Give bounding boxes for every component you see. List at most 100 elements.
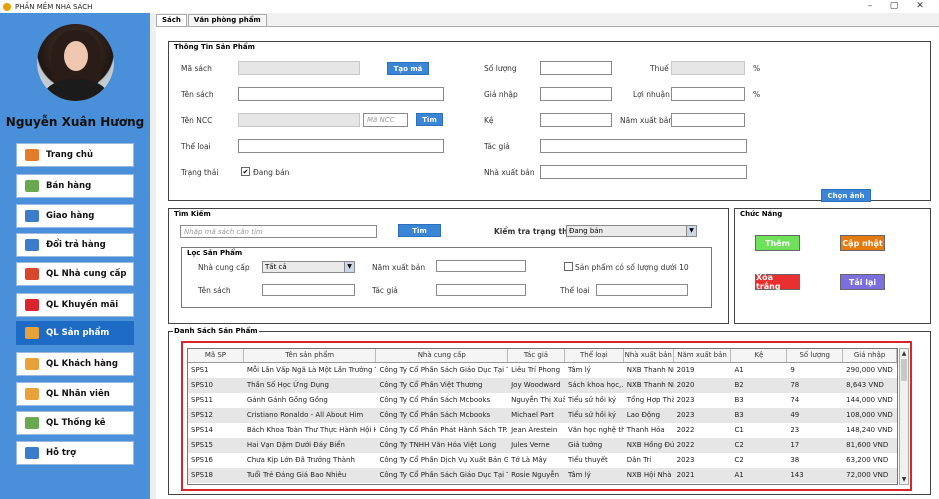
table-cell: A1 xyxy=(734,366,744,374)
dang-ban-checkbox[interactable]: ✔ xyxy=(241,167,250,176)
table-cell: A1 xyxy=(734,471,744,479)
avatar xyxy=(37,24,114,101)
filter-nam-xuat-ban-label: Năm xuất bản xyxy=(372,263,426,272)
nha-xuat-ban-input[interactable] xyxy=(540,165,747,179)
column-header[interactable]: Giá nhập xyxy=(843,349,897,362)
table-cell: 9 xyxy=(790,366,795,374)
table-row[interactable]: SPS16 Chưa Kịp Lớn Đã Trưởng Thành Công Ty… xyxy=(188,453,897,468)
sidebar-item-label: QL Nhân viên xyxy=(46,389,110,399)
column-header[interactable]: Tên sản phẩm xyxy=(244,349,377,362)
duoi-10-checkbox[interactable] xyxy=(564,262,573,271)
table-row[interactable]: SPS15 Hai Vạn Dặm Dưới Đáy Biển Công Ty TN… xyxy=(188,438,897,453)
nha-cung-cap-select[interactable]: Tất cả ▼ xyxy=(262,261,355,273)
table-row[interactable]: SPS18 Tuổi Trẻ Đáng Giá Bao Nhiêu Công Ty … xyxy=(188,468,897,483)
ke-input[interactable] xyxy=(540,113,612,127)
trang-thai-select[interactable]: Đang bán ▼ xyxy=(566,225,697,237)
sidebar-item-9[interactable]: QL Thống kê xyxy=(16,411,134,435)
column-header[interactable]: Tác giả xyxy=(508,349,565,362)
column-header[interactable]: Mã SP xyxy=(188,349,244,362)
sidebar-item-6[interactable]: QL Sản phẩm xyxy=(16,321,134,345)
search-placeholder: Nhập mã sách cần tìm xyxy=(184,228,263,236)
filter-tac-gia-input[interactable] xyxy=(436,284,526,296)
table-cell: Sách khoa học,... xyxy=(567,381,624,389)
sidebar-item-1[interactable]: Bán hàng xyxy=(16,174,134,198)
sidebar-item-4[interactable]: QL Nhà cung cấp xyxy=(16,262,134,286)
column-header[interactable]: Thể loại xyxy=(565,349,624,362)
search-button[interactable]: Tìm xyxy=(398,224,441,237)
column-header[interactable]: Nhà cung cấp xyxy=(376,349,509,362)
table-cell: 63,200 VND xyxy=(846,456,889,464)
sidebar-item-10[interactable]: Hỗ trợ xyxy=(16,441,134,465)
nam-xuat-ban-input[interactable] xyxy=(671,113,745,127)
table-cell: Nguyễn Thị Xuâ... xyxy=(511,396,565,404)
ma-sach-input xyxy=(238,61,360,75)
tab-van-phong-pham[interactable]: Văn phòng phẩm xyxy=(187,14,267,26)
table-cell: 23 xyxy=(790,426,800,434)
loi-nhuan-input[interactable] xyxy=(671,87,745,101)
tac-gia-label: Tác giả xyxy=(484,142,510,151)
the-loai-input[interactable] xyxy=(238,139,444,153)
filter-ten-sach-input[interactable] xyxy=(262,284,355,296)
tac-gia-input[interactable] xyxy=(540,139,747,153)
sidebar-item-8[interactable]: QL Nhân viên xyxy=(16,382,134,406)
ma-ncc-placeholder: Mã NCC xyxy=(367,116,395,124)
table-cell: 2023 xyxy=(676,396,695,404)
thue-percent: % xyxy=(753,64,761,73)
column-header[interactable]: Nhà xuất bản xyxy=(624,349,674,362)
sidebar-item-7[interactable]: QL Khách hàng xyxy=(16,352,134,376)
column-header[interactable]: Kệ xyxy=(731,349,788,362)
scroll-down-icon[interactable]: ▼ xyxy=(900,475,908,484)
table-row[interactable]: SPS1 Mỗi Lần Vấp Ngã Là Một Lần Trưởng Th… xyxy=(188,363,897,378)
tim-ncc-button[interactable]: Tìm xyxy=(416,113,443,126)
gia-nhap-input[interactable] xyxy=(540,87,612,101)
tao-ma-button[interactable]: Tạo mã xyxy=(387,62,429,75)
tai-lai-button[interactable]: Tải lại xyxy=(840,274,885,290)
table-cell: 49 xyxy=(790,411,800,419)
table-cell: NXB Thanh Niên xyxy=(626,366,674,374)
table-cell: Tâm lý xyxy=(567,366,591,374)
filter-the-loai-input[interactable] xyxy=(596,284,688,296)
table-row[interactable]: SPS10 Thần Số Học Ứng Dụng Công Ty Cổ Phần… xyxy=(188,378,897,393)
maximize-button[interactable]: ▢ xyxy=(884,0,904,13)
table-cell: Thần Số Học Ứng Dụng xyxy=(246,381,329,389)
thue-label: Thuế xyxy=(650,64,669,73)
table-cell: NXB Hồng Đức xyxy=(626,441,674,449)
table-row[interactable]: SPS12 Cristiano Ronaldo - All About Him Cô… xyxy=(188,408,897,423)
close-button[interactable]: ✕ xyxy=(910,0,930,13)
sidebar-item-2[interactable]: Giao hàng xyxy=(16,204,134,228)
them-button[interactable]: Thêm xyxy=(755,235,800,251)
search-input[interactable]: Nhập mã sách cần tìm xyxy=(180,225,377,238)
table-cell: Joy Woodward xyxy=(511,381,561,389)
table-cell: C1 xyxy=(734,426,744,434)
sidebar-item-5[interactable]: QL Khuyến mãi xyxy=(16,293,134,317)
table-cell: 2019 xyxy=(676,366,695,374)
tab-sach[interactable]: Sách xyxy=(156,14,187,26)
minimize-button[interactable]: – xyxy=(860,0,880,13)
avatar-shoulders xyxy=(45,79,107,101)
title-bar: PHẦN MỀM NHÀ SÁCH – ▢ ✕ xyxy=(0,0,939,13)
table-row[interactable]: SPS14 Bách Khoa Toàn Thư Thực Hành Hội Họ… xyxy=(188,423,897,438)
ten-ncc-input xyxy=(238,113,360,127)
so-luong-input[interactable] xyxy=(540,61,612,75)
ten-sach-input[interactable] xyxy=(238,87,444,101)
column-header[interactable]: Năm xuất bản xyxy=(674,349,732,362)
cap-nhat-button[interactable]: Cập nhật xyxy=(840,235,885,251)
list-title: Danh Sách Sản Phẩm xyxy=(173,327,259,335)
chon-anh-button[interactable]: Chọn ảnh xyxy=(821,189,871,202)
table-cell: SPS18 xyxy=(191,471,214,479)
xoa-trang-button[interactable]: Xóa trắng xyxy=(755,273,800,291)
table-cell: Lao Động xyxy=(626,411,661,419)
table-row[interactable]: SPS11 Gánh Gánh Gồng Gồng Công Ty Cổ Phần … xyxy=(188,393,897,408)
table-scrollbar[interactable]: ▲ ▼ xyxy=(899,348,909,485)
filter-the-loai-label: Thể loại xyxy=(560,286,590,295)
filter-nam-xuat-ban-input[interactable] xyxy=(436,260,526,272)
sidebar-item-0[interactable]: Trang chủ xyxy=(16,143,134,167)
filter-ten-sach-label: Tên sách xyxy=(198,286,231,295)
sidebar-item-3[interactable]: Đổi trả hàng xyxy=(16,233,134,257)
scroll-up-icon[interactable]: ▲ xyxy=(900,349,908,358)
ma-ncc-input[interactable]: Mã NCC xyxy=(363,113,408,127)
table-cell: SPS15 xyxy=(191,441,214,449)
column-header[interactable]: Số lượng xyxy=(787,349,844,362)
scroll-thumb[interactable] xyxy=(901,359,907,381)
customer-icon xyxy=(25,358,39,370)
